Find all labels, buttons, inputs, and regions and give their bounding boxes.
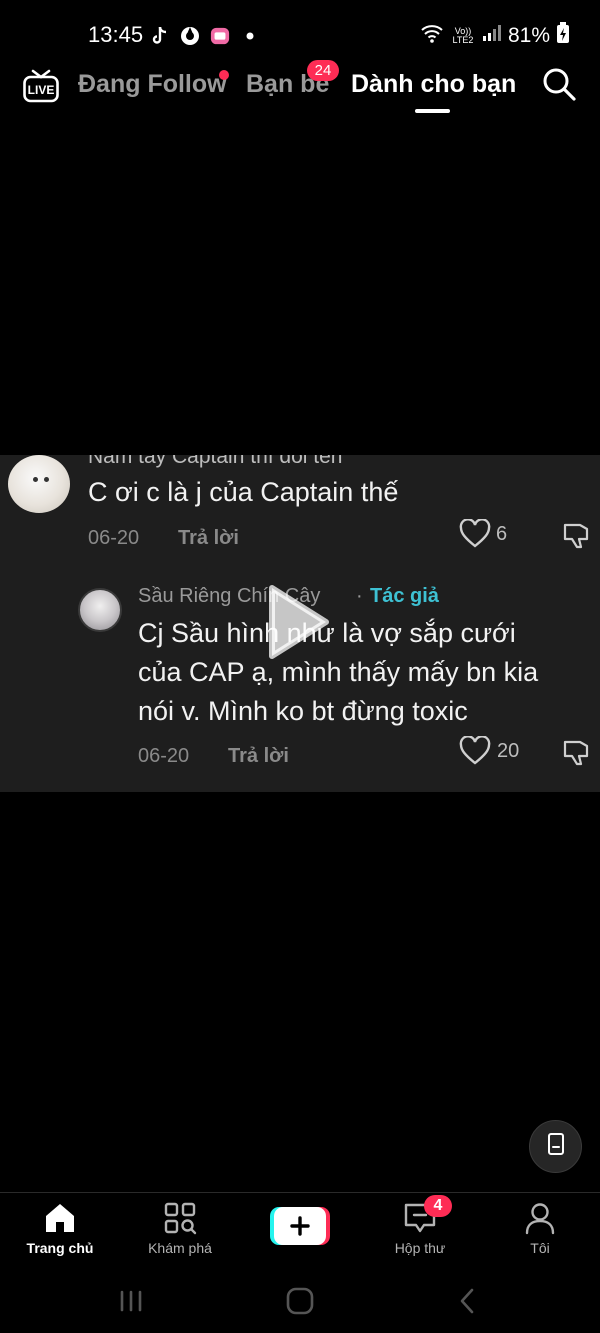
back-icon[interactable] xyxy=(452,1286,486,1316)
dislike-icon xyxy=(561,736,593,768)
battery-icon xyxy=(556,22,570,50)
battery-percent: 81% xyxy=(507,24,550,47)
system-nav-bar xyxy=(0,1272,600,1333)
app-notification-icon xyxy=(180,26,200,46)
reply-author-avatar xyxy=(78,588,122,632)
comment-like-count: 6 xyxy=(496,523,508,545)
home-icon xyxy=(43,1201,77,1235)
network-label: Vo)) LTE2 xyxy=(452,26,474,45)
bottom-nav: Trang chủ Khám phá Hộp thư Tôi xyxy=(0,1192,600,1272)
floating-panel-button[interactable] xyxy=(529,1120,582,1173)
tab-for-you[interactable]: Dành cho bạn xyxy=(351,70,516,99)
reply-separator: · xyxy=(356,585,363,607)
status-right: Vo)) LTE2 81% xyxy=(420,22,570,50)
heart-icon xyxy=(459,735,491,766)
reply-text-line: của CAP ạ, mình thấy mấy bn kia xyxy=(138,657,539,687)
active-tab-indicator xyxy=(415,109,450,113)
discover-icon xyxy=(163,1201,197,1235)
reply-like-count: 20 xyxy=(497,740,520,762)
comment-text: C ơi c là j của Captain thế xyxy=(88,477,399,507)
following-new-dot xyxy=(219,70,229,80)
create-plus-button[interactable] xyxy=(270,1207,330,1245)
document-icon xyxy=(546,1132,566,1161)
status-time: 13:45 xyxy=(88,22,144,47)
nav-profile-label: Tôi xyxy=(530,1240,550,1256)
reply-reply-link: Trả lời xyxy=(228,745,289,767)
friends-badge: 24 xyxy=(307,60,339,81)
tab-following[interactable]: Đang Follow xyxy=(78,70,227,99)
inbox-badge: 4 xyxy=(424,1195,452,1217)
comment-reply-link: Trả lời xyxy=(178,527,239,549)
signal-icon xyxy=(482,24,502,48)
wifi-icon xyxy=(420,23,444,49)
recent-apps-icon[interactable] xyxy=(117,1286,151,1316)
feed-top-nav: LIVE Đang Follow Bạn bè 24 Dành cho bạn xyxy=(0,60,600,120)
live-icon[interactable]: LIVE xyxy=(22,66,60,104)
nav-discover[interactable]: Khám phá xyxy=(120,1193,240,1273)
home-button-icon[interactable] xyxy=(283,1286,317,1316)
more-notifications-dot-icon xyxy=(240,26,260,46)
nav-inbox[interactable]: Hộp thư xyxy=(360,1193,480,1273)
cut-off-comment-text: Nắm tay Captain thì đổi tên xyxy=(88,455,343,468)
nav-home-label: Trang chủ xyxy=(26,1240,94,1256)
author-tag: Tác giả xyxy=(370,585,439,607)
live-label: LIVE xyxy=(27,83,55,97)
nav-profile[interactable]: Tôi xyxy=(480,1193,600,1273)
profile-icon xyxy=(523,1201,557,1235)
tiktok-notification-icon xyxy=(150,26,170,46)
play-icon[interactable] xyxy=(262,582,332,662)
messenger-notification-icon xyxy=(210,26,230,46)
notification-icons xyxy=(150,26,260,46)
nav-home[interactable]: Trang chủ xyxy=(0,1193,120,1273)
dislike-icon xyxy=(561,519,593,551)
commenter-avatar xyxy=(8,455,70,513)
nav-discover-label: Khám phá xyxy=(148,1240,212,1256)
search-icon[interactable] xyxy=(541,66,577,102)
comment-date: 06-20 xyxy=(88,527,140,549)
nav-inbox-label: Hộp thư xyxy=(394,1240,446,1256)
reply-date: 06-20 xyxy=(138,745,190,767)
reply-text-line: nói v. Mình ko bt đừng toxic xyxy=(138,696,468,726)
heart-icon xyxy=(459,518,491,549)
